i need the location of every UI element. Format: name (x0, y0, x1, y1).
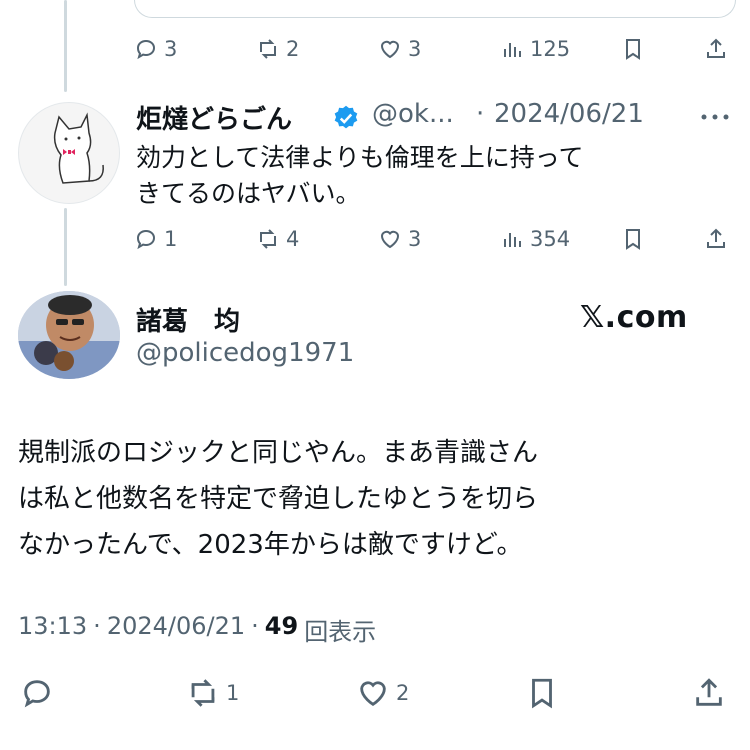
user-photo-icon (18, 291, 120, 379)
retweet-icon (191, 679, 215, 707)
like-count: 3 (408, 37, 422, 61)
heart-icon (380, 230, 400, 249)
main-share-button[interactable] (692, 676, 726, 710)
like-button[interactable]: 3 (378, 37, 421, 61)
main-reply-button[interactable] (20, 676, 54, 710)
reply-icon (136, 39, 156, 60)
main-text-line-1: 規制派のロジックと同じやん。まあ青識さん (18, 438, 539, 468)
retweet-button-2[interactable]: 4 (256, 227, 299, 251)
retweet-button[interactable]: 2 (256, 37, 299, 61)
main-retweet-button[interactable]: 1 (186, 676, 239, 710)
quoted-card-edge (134, 0, 736, 18)
reply-icon (24, 680, 50, 708)
analytics-icon (504, 233, 521, 247)
main-like-button[interactable]: 2 (356, 676, 409, 710)
reply-author-handle[interactable]: @ok... (372, 99, 454, 129)
bookmark-button[interactable] (621, 37, 645, 61)
bookmark-button-2[interactable] (621, 227, 645, 251)
bookmark-icon (532, 678, 552, 709)
analytics-icon (504, 43, 521, 57)
tweet-date[interactable]: 2024/06/21 (107, 612, 245, 647)
retweet-count: 2 (286, 37, 300, 61)
reply-date[interactable]: 2024/06/21 (494, 99, 644, 129)
reply-button-2[interactable]: 1 (134, 227, 177, 251)
main-author-handle[interactable]: @policedog1971 (136, 338, 354, 368)
main-retweet-count: 1 (226, 681, 240, 705)
views-button-2[interactable]: 354 (500, 227, 570, 251)
main-author-name[interactable]: 諸葛 均 (136, 301, 240, 338)
reply-author-name[interactable]: 炬燵どらごん (136, 99, 292, 136)
views-count: 125 (530, 37, 571, 61)
timestamp-dot-2: · (251, 612, 259, 640)
retweet-count: 4 (286, 227, 300, 251)
verified-badge-icon (334, 105, 358, 129)
avatar-main[interactable] (18, 291, 120, 379)
retweet-icon (260, 229, 276, 249)
share-icon (707, 228, 725, 248)
timestamp-row: 13:13 · 2024/06/21 · 49 回表示 (18, 612, 376, 647)
views-number: 49 (264, 612, 299, 640)
reply-text-line-2: きてるのはヤバい。 (136, 179, 361, 208)
share-button-2[interactable] (704, 227, 728, 251)
x-logo-brand[interactable]: 𝕏.com (580, 300, 688, 335)
heart-icon (380, 40, 400, 59)
thread-line-top (64, 0, 67, 92)
main-text-line-2: は私と他数名を特定で脅迫したゆとうを切ら (18, 484, 539, 514)
like-button-2[interactable]: 3 (378, 227, 421, 251)
reply-separator: · (476, 99, 485, 129)
reply-count: 1 (164, 227, 178, 251)
main-like-count: 2 (396, 681, 410, 705)
main-text-line-3: なかったんで、2023年からは敵ですけど。 (18, 530, 523, 560)
reply-button[interactable]: 3 (134, 37, 177, 61)
bookmark-icon (626, 39, 640, 60)
share-icon (707, 38, 725, 58)
reply-text-line-1: 効力として法律よりも倫理を上に持って (136, 143, 584, 172)
avatar-cat[interactable] (18, 102, 120, 204)
tweet-time[interactable]: 13:13 (18, 612, 87, 647)
main-bookmark-button[interactable] (525, 676, 559, 710)
heart-icon (360, 681, 386, 707)
reply-count: 3 (164, 37, 178, 61)
share-icon (696, 678, 722, 706)
timestamp-dot-1: · (93, 612, 101, 640)
views-label: 回表示 (304, 618, 377, 646)
thread-line-mid (64, 208, 67, 286)
views-count: 354 (530, 227, 571, 251)
cat-illustration-icon (53, 112, 104, 184)
reply-icon (136, 229, 156, 250)
bookmark-icon (626, 229, 640, 250)
more-icon[interactable] (700, 112, 730, 122)
share-button[interactable] (704, 37, 728, 61)
retweet-icon (260, 39, 276, 59)
like-count: 3 (408, 227, 422, 251)
views-button[interactable]: 125 (500, 37, 570, 61)
